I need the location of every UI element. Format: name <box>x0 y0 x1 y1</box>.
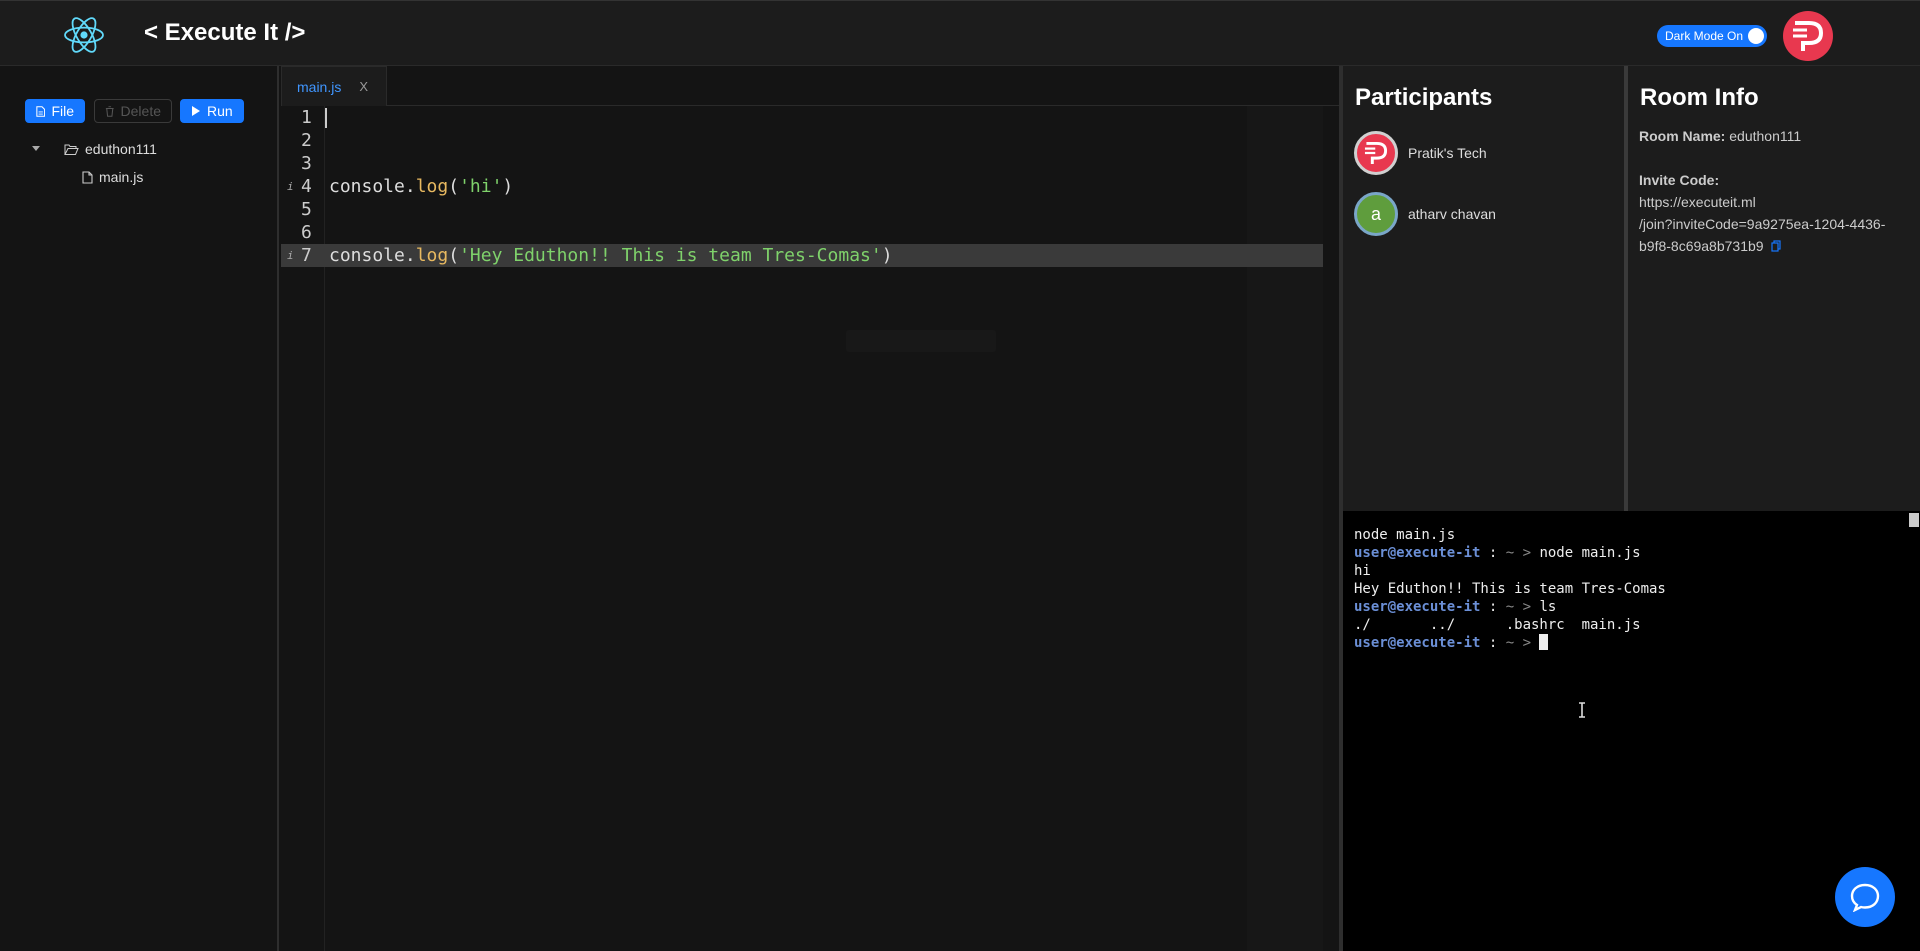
folder-open-icon <box>64 144 79 155</box>
invite-code-label: Invite Code: <box>1639 172 1720 188</box>
info-marker-icon[interactable]: i <box>287 175 294 198</box>
code-line[interactable]: 5 <box>281 198 1323 221</box>
code-line[interactable]: 3 <box>281 152 1323 175</box>
terminal-prompt-line[interactable]: user@execute-it : ~ > <box>1354 634 1549 652</box>
toggle-knob <box>1748 28 1764 44</box>
pratik-logo-icon <box>1364 141 1388 165</box>
delete-button-label: Delete <box>120 103 161 119</box>
line-number: 6 <box>301 222 312 243</box>
chat-button[interactable] <box>1835 867 1895 927</box>
invite-link-line-2: /join?inviteCode=9a9275ea-1204-4436- <box>1639 216 1886 232</box>
room-name-row: Room Name: eduthon111 <box>1639 125 1909 147</box>
terminal-output-line: node main.js <box>1354 527 1456 543</box>
mouse-ibeam-cursor-icon <box>1577 702 1587 720</box>
info-marker-icon[interactable]: i <box>287 244 294 267</box>
code-area[interactable]: 1 2 3 i 4 console.log('hi') 5 6 i 7 cons… <box>281 106 1339 951</box>
play-icon <box>192 106 200 116</box>
tab-label: main.js <box>297 78 342 95</box>
new-file-button[interactable]: File <box>25 99 85 123</box>
code-line[interactable]: i 4 console.log('hi') <box>281 175 1323 198</box>
room-name-label: Room Name: <box>1639 128 1726 144</box>
participant-avatar: a <box>1354 192 1398 236</box>
app-title: < Execute It /> <box>144 19 306 46</box>
participants-panel: Participants Pratik's Tech a atharv chav… <box>1343 66 1624 511</box>
code-line[interactable]: 6 <box>281 221 1323 244</box>
tab-main-js[interactable]: main.js X <box>281 66 387 106</box>
participant-avatar <box>1354 131 1398 175</box>
room-name-value: eduthon111 <box>1729 128 1802 144</box>
text-cursor <box>325 108 327 128</box>
trash-icon <box>105 105 114 117</box>
code-text: console.log('hi') <box>329 176 514 197</box>
ghost-tooltip <box>846 330 996 352</box>
line-number: 4 <box>301 176 312 197</box>
copy-icon[interactable] <box>1771 240 1782 252</box>
file-icon <box>82 170 93 184</box>
run-button[interactable]: Run <box>180 99 244 123</box>
delete-button[interactable]: Delete <box>94 99 172 123</box>
close-tab-icon[interactable]: X <box>359 79 368 94</box>
line-number: 3 <box>301 153 312 174</box>
folder-label: eduthon111 <box>85 141 157 157</box>
terminal-output-line: ./ ../ .bashrc main.js <box>1354 617 1641 633</box>
line-number: 7 <box>301 245 312 266</box>
tree-folder-eduthon111[interactable]: eduthon111 <box>32 141 157 157</box>
app-header: < Execute It /> Dark Mode On <box>0 0 1920 66</box>
pratik-logo-icon <box>1793 21 1824 51</box>
code-editor: main.js X 1 2 3 i 4 console.log('hi') 5 … <box>281 66 1339 951</box>
participant-item: Pratik's Tech <box>1354 131 1487 175</box>
terminal-output-line: hi <box>1354 563 1371 579</box>
code-text: console.log('Hey Eduthon!! This is team … <box>329 245 893 266</box>
terminal-scrollbar[interactable] <box>1909 513 1919 527</box>
code-line[interactable]: 2 <box>281 129 1323 152</box>
invite-link-line-1: https://executeit.ml <box>1639 194 1756 210</box>
participant-item: a atharv chavan <box>1354 192 1496 236</box>
dark-mode-toggle[interactable]: Dark Mode On <box>1657 25 1767 47</box>
caret-down-icon[interactable] <box>32 146 40 152</box>
code-line-active[interactable]: i 7 console.log('Hey Eduthon!! This is t… <box>281 244 1323 267</box>
line-number: 5 <box>301 199 312 220</box>
room-info-panel: Room Info Room Name: eduthon111 Invite C… <box>1628 66 1920 511</box>
tree-file-main-js[interactable]: main.js <box>82 169 143 185</box>
terminal-cursor <box>1539 634 1549 650</box>
chat-bubble-icon <box>1850 883 1880 912</box>
line-number: 1 <box>301 107 312 128</box>
room-info-title: Room Info <box>1640 84 1759 111</box>
line-number: 2 <box>301 130 312 151</box>
react-logo-icon[interactable] <box>62 15 106 55</box>
terminal[interactable]: node main.js user@execute-it : ~ > node … <box>1343 511 1920 951</box>
user-avatar[interactable] <box>1783 11 1833 61</box>
editor-tab-bar: main.js X <box>281 66 1339 106</box>
participants-title: Participants <box>1355 84 1493 111</box>
terminal-prompt-line: user@execute-it : ~ > node main.js <box>1354 545 1641 561</box>
run-button-label: Run <box>207 103 233 119</box>
dark-mode-label: Dark Mode On <box>1665 29 1744 43</box>
participant-name: Pratik's Tech <box>1408 145 1487 161</box>
participant-name: atharv chavan <box>1408 206 1496 222</box>
file-label: main.js <box>99 169 144 185</box>
terminal-prompt-line: user@execute-it : ~ > ls <box>1354 599 1557 615</box>
file-explorer-sidebar: File Delete Run eduthon111 main.js <box>0 66 279 951</box>
invite-link-line-3: b9f8-8c69a8b731b9 <box>1639 235 1909 257</box>
code-line[interactable]: 1 <box>281 106 1323 129</box>
file-icon <box>36 105 46 117</box>
terminal-output-line: Hey Eduthon!! This is team Tres-Comas <box>1354 581 1666 597</box>
file-button-label: File <box>51 103 74 119</box>
